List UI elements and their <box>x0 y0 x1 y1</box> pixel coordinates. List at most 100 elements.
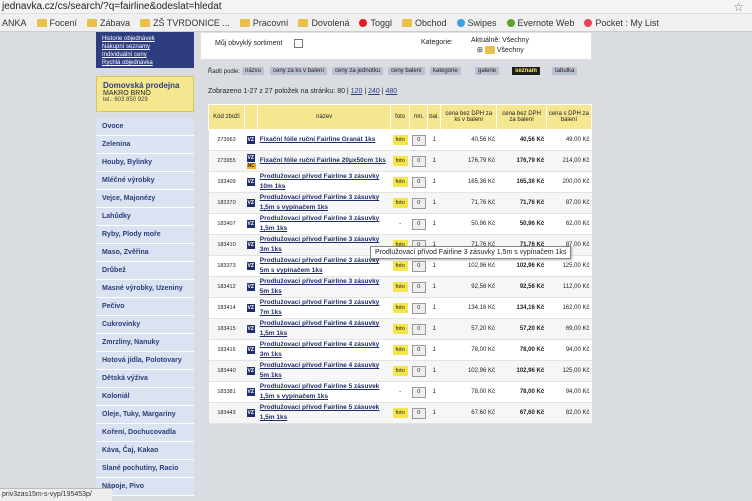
category-item[interactable]: Oleje, Tuky, Margariny <box>96 406 194 424</box>
category-item[interactable]: Vejce, Majonézy <box>96 190 194 208</box>
photo-button[interactable]: foto <box>392 156 408 166</box>
product-name-link[interactable]: Prodlužovací přívod Fairline 4 zásuvky 1… <box>260 320 380 337</box>
quantity-input[interactable]: 0 <box>411 155 426 167</box>
quantity-input[interactable]: 0 <box>411 407 426 419</box>
account-link[interactable]: Nákupní seznamy <box>102 43 188 51</box>
product-name-link[interactable]: Fixační fólie ruční Fairline Granát 1ks <box>260 136 376 143</box>
page-size-120[interactable]: 120 <box>351 88 363 95</box>
sort-by-pack-price-button[interactable]: ceny balení <box>388 67 425 75</box>
bookmark-item[interactable]: Toggl <box>359 18 392 28</box>
quantity-input[interactable]: 0 <box>411 218 426 230</box>
quantity-input[interactable]: 0 <box>411 197 426 209</box>
bookmark-item[interactable]: Focení <box>36 18 77 28</box>
category-item[interactable]: Dětská výživa <box>96 370 194 388</box>
photo-button[interactable]: foto <box>392 261 408 271</box>
list-view-button[interactable]: seznam <box>512 67 541 75</box>
sort-by-name-button[interactable]: názvu <box>242 67 265 75</box>
category-item[interactable]: Houby, Bylinky <box>96 154 194 172</box>
category-item[interactable]: Drůbež <box>96 262 194 280</box>
category-tree-all[interactable]: ⊞ Všechny <box>477 46 524 54</box>
quantity-input[interactable]: 0 <box>411 281 426 293</box>
category-item[interactable]: Zelenina <box>96 136 194 154</box>
folder-icon <box>87 18 98 27</box>
product-name-link[interactable]: Prodlužovací přívod Fairline 3 zásuvky 1… <box>260 194 380 211</box>
quantity-input[interactable]: 0 <box>411 365 426 377</box>
status-bar: priv3zas15m-s-vyp/195453p/ <box>0 488 112 501</box>
category-item[interactable]: Koloniál <box>96 388 194 406</box>
category-item[interactable]: Pečivo <box>96 298 194 316</box>
product-name-link[interactable]: Prodlužovací přívod Fairline 3 zásuvky 1… <box>260 215 380 232</box>
category-item[interactable]: Zmrzliny, Nanuky <box>96 334 194 352</box>
product-name-cell: Prodlužovací přívod Fairline 5 zásuvek 1… <box>257 402 391 424</box>
expand-icon[interactable]: ⊞ <box>477 46 483 54</box>
account-link[interactable]: Individuální ceny <box>102 51 188 59</box>
category-item[interactable]: Ovoce <box>96 118 194 136</box>
product-code: 273963 <box>217 137 236 143</box>
photo-cell: foto <box>390 129 410 151</box>
sort-by-category-button[interactable]: kategorie <box>430 67 461 75</box>
table-view-button[interactable]: tabulka <box>552 67 578 75</box>
product-name-link[interactable]: Prodlužovací přívod Fairline 3 zásuvky 1… <box>260 173 380 190</box>
product-name-link[interactable]: Prodlužovací přívod Fairline 4 zásuvky 5… <box>260 362 380 379</box>
vz-badge: VZ <box>246 388 255 396</box>
page-size-240[interactable]: 240 <box>368 88 380 95</box>
category-item[interactable]: Hotová jídla, Polotovary <box>96 352 194 370</box>
vz-badge-cell: VZ <box>244 276 258 298</box>
category-item[interactable]: Káva, Čaj, Kakao <box>96 442 194 460</box>
bookmark-item[interactable]: Dovolená <box>298 18 349 28</box>
category-item[interactable]: Mléčné výrobky <box>96 172 194 190</box>
quantity-input[interactable]: 0 <box>411 134 426 146</box>
bookmark-item[interactable]: ANKA <box>2 18 27 28</box>
category-item[interactable]: Cukrovinky <box>96 316 194 334</box>
product-name-link[interactable]: Prodlužovací přívod Fairline 5 zásuvek 1… <box>260 404 380 421</box>
account-link[interactable]: Historie objednávek <box>102 35 188 43</box>
photo-button[interactable]: foto <box>392 324 408 334</box>
category-item[interactable]: Ryby, Plody moře <box>96 226 194 244</box>
quantity-input[interactable]: 0 <box>411 176 426 188</box>
photo-button[interactable]: foto <box>392 135 408 145</box>
bookmark-star-icon[interactable]: ☆ <box>733 0 744 14</box>
product-name-link[interactable]: Prodlužovací přívod Fairline 3 zásuvky 5… <box>260 278 380 295</box>
bookmark-item[interactable]: ZŠ TVRDONICE ... <box>140 18 230 28</box>
bookmark-item[interactable]: Evernote Web <box>506 18 574 28</box>
product-name-link[interactable]: Prodlužovací přívod Fairline 4 zásuvky 3… <box>260 341 380 358</box>
photo-button[interactable]: foto <box>392 345 408 355</box>
photo-button[interactable]: foto <box>392 282 408 292</box>
bookmark-item[interactable]: Zábava <box>87 18 130 28</box>
product-name-link[interactable]: Prodlužovací přívod Fairline 5 zásuvek 1… <box>260 383 380 400</box>
page-size-480[interactable]: 480 <box>386 88 398 95</box>
my-assortment-checkbox[interactable] <box>294 39 303 48</box>
product-name-link[interactable]: Prodlužovací přívod Fairline 3 zásuvky 5… <box>260 257 380 274</box>
gallery-view-button[interactable]: galerie <box>475 67 500 75</box>
bookmark-item[interactable]: Pocket : My List <box>584 18 659 28</box>
quantity-input[interactable]: 0 <box>411 260 426 272</box>
category-item[interactable]: Lahůdky <box>96 208 194 226</box>
category-item[interactable]: Masné výrobky, Uzeniny <box>96 280 194 298</box>
pack-price-vat: 82,00 Kč <box>546 402 592 424</box>
photo-button[interactable]: foto <box>392 366 408 376</box>
vz-badge: VZ <box>246 283 255 291</box>
category-item[interactable]: Maso, Zvěřina <box>96 244 194 262</box>
bookmark-item[interactable]: Swipes <box>456 18 497 28</box>
photo-button[interactable]: foto <box>392 408 408 418</box>
quantity-input[interactable]: 0 <box>411 344 426 356</box>
photo-button[interactable]: foto <box>392 177 408 187</box>
sort-by-measure-price-button[interactable]: ceny za jednotku <box>332 67 384 75</box>
category-item[interactable]: Slané pochutiny, Racio <box>96 460 194 478</box>
bookmark-item[interactable]: Pracovní <box>239 18 288 28</box>
product-name-link[interactable]: Fixační fólie ruční Fairline 20μx50cm 1k… <box>260 157 386 164</box>
sort-by-unit-price-button[interactable]: ceny za ks v balení <box>270 67 328 75</box>
quantity-input[interactable]: 0 <box>411 386 426 398</box>
bookmark-label: Obchod <box>414 17 447 28</box>
quantity-input[interactable]: 0 <box>411 302 426 314</box>
quantity-input[interactable]: 0 <box>411 323 426 335</box>
product-name-link[interactable]: Prodlužovací přívod Fairline 3 zásuvky 3… <box>260 236 380 253</box>
bookmark-label: Dovolená <box>311 17 350 28</box>
product-name-link[interactable]: Prodlužovací přívod Fairline 3 zásuvky 7… <box>260 299 380 316</box>
photo-button[interactable]: foto <box>392 303 408 313</box>
category-item[interactable]: Koření, Dochucovadla <box>96 424 194 442</box>
account-link[interactable]: Rychlá objednávka <box>102 59 188 67</box>
bookmark-item[interactable]: Obchod <box>401 17 447 28</box>
address-bar[interactable]: jednavka.cz/cs/search/?q=fairline&odesla… <box>0 0 752 14</box>
photo-button[interactable]: foto <box>392 198 408 208</box>
